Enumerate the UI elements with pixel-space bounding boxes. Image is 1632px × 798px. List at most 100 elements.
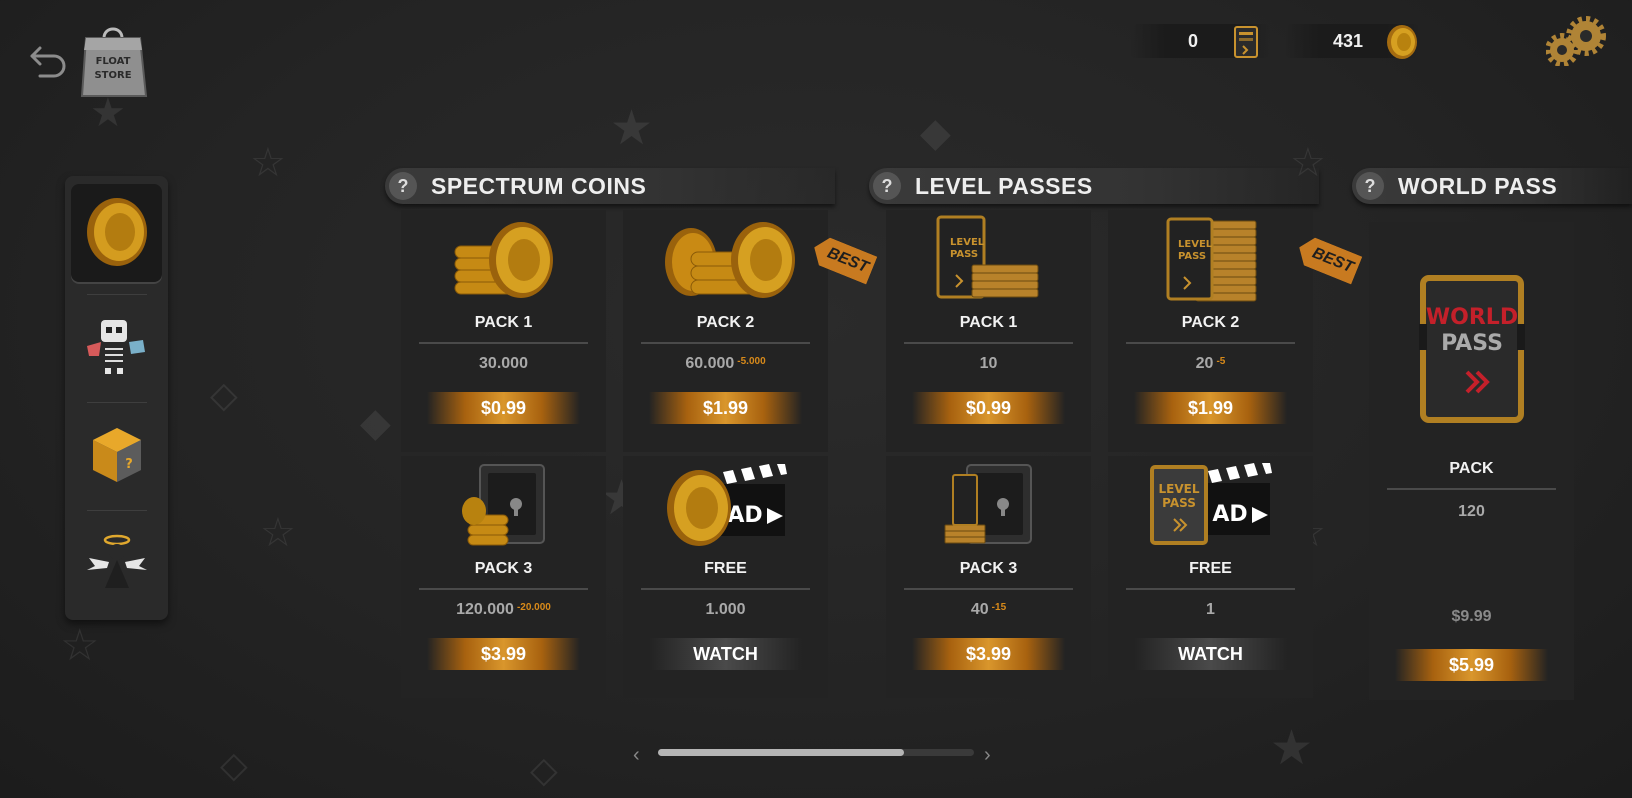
divider: [419, 588, 588, 590]
level-pass-stack-icon: LEVEL PASS: [886, 215, 1091, 304]
world-pass-art-line-2: PASS: [1441, 331, 1503, 356]
divider: [641, 588, 810, 590]
help-button[interactable]: ?: [1356, 172, 1384, 200]
buy-button[interactable]: $3.99: [912, 638, 1065, 670]
star-decoration: ☆: [60, 620, 100, 671]
coin-stack-icon: [401, 216, 606, 304]
scroll-right-chevron-icon[interactable]: ›: [984, 744, 991, 767]
item-name: PACK 3: [474, 560, 533, 577]
amount-value: 10: [979, 355, 998, 372]
amount-value: 30.000: [479, 355, 528, 372]
section-header-world-pass: ? WORLD PASS: [1352, 168, 1632, 204]
item-amount: 10: [886, 355, 1091, 373]
shop-item-passes-pack-3[interactable]: PACK 3 40 -15 $3.99: [886, 456, 1091, 698]
item-amount: 40 -15: [886, 601, 1091, 619]
divider: [904, 588, 1073, 590]
shop-item-coins-free[interactable]: AD FREE 1.000 WATCH: [623, 456, 828, 698]
help-button[interactable]: ?: [873, 172, 901, 200]
shop-item-coins-pack-3[interactable]: PACK 3 120.000 -20.000 $3.99: [401, 456, 606, 698]
store-logo-line-2: STORE: [94, 70, 131, 81]
watch-ad-button[interactable]: WATCH: [1134, 638, 1287, 670]
section-header-spectrum-coins: ? SPECTRUM COINS: [385, 168, 835, 204]
pass-art-line-2: PASS: [1162, 496, 1196, 510]
buy-button[interactable]: $3.99: [427, 638, 580, 670]
bonus-value: -5.000: [737, 356, 766, 367]
pass-art-line-1: LEVEL: [1158, 482, 1199, 496]
item-name: FREE: [704, 560, 747, 577]
world-pass-icon: WORLD PASS: [1419, 274, 1525, 429]
world-pass-art-line-1: WORLD: [1426, 305, 1518, 330]
item-amount: 20 -5: [1108, 355, 1313, 373]
shop-item-world-pass[interactable]: WORLD PASS PACK 120 $9.99 $5.99: [1369, 222, 1574, 700]
amount-value: 20: [1195, 355, 1214, 372]
amount-value: 40: [970, 601, 989, 618]
diamond-decoration: ◇: [220, 745, 248, 786]
sidebar-divider: [87, 402, 147, 403]
sidebar-tab-coins[interactable]: [71, 184, 162, 284]
item-amount: 1.000: [623, 601, 828, 619]
pass-art-line-1: LEVEL: [950, 237, 985, 248]
diamond-decoration: ◇: [210, 375, 238, 416]
sidebar-divider: [87, 510, 147, 511]
coin-pile-icon: [623, 216, 828, 304]
shop-item-coins-pack-1[interactable]: PACK 1 30.000 $0.99: [401, 210, 606, 452]
star-decoration: ★: [610, 100, 654, 156]
item-amount: 1: [1108, 601, 1313, 619]
amount-value: 120.000: [456, 601, 514, 618]
divider: [904, 342, 1073, 344]
divider: [641, 342, 810, 344]
level-pass-balance-value: 0: [1188, 30, 1199, 51]
shop-item-passes-pack-2[interactable]: LEVEL PASS PACK 2 20 -5 $1.99: [1108, 210, 1313, 452]
star-decoration: ★: [1270, 720, 1314, 776]
divider: [1126, 342, 1295, 344]
bonus-value: -15: [991, 602, 1007, 613]
watch-ad-pass-icon: AD LEVEL PASS: [1108, 462, 1313, 550]
diamond-decoration: ◆: [920, 110, 951, 156]
scrollbar-thumb[interactable]: [658, 749, 905, 756]
bonus-value: -5: [1216, 356, 1226, 367]
shop-item-passes-free[interactable]: AD LEVEL PASS FREE 1 WATCH: [1108, 456, 1313, 698]
diamond-decoration: ◆: [360, 400, 391, 446]
sidebar-divider: [87, 294, 147, 295]
item-name: PACK 2: [696, 314, 755, 331]
section-title: LEVEL PASSES: [915, 172, 1093, 199]
coin-balance: 431: [1285, 24, 1420, 59]
ad-label: AD: [1212, 502, 1247, 527]
coin-icon: [1385, 24, 1419, 65]
watch-ad-button[interactable]: WATCH: [649, 638, 802, 670]
sidebar-tab-characters[interactable]: [71, 514, 162, 614]
buy-button[interactable]: $0.99: [912, 392, 1065, 424]
help-button[interactable]: ?: [389, 172, 417, 200]
back-arrow-icon[interactable]: [26, 40, 70, 80]
pass-art-line-2: PASS: [1178, 251, 1206, 262]
level-pass-balance: 0: [1130, 24, 1270, 58]
skeleton-character-icon: [85, 316, 149, 381]
store-logo: FLOAT STORE: [80, 22, 148, 100]
amount-value: 1.000: [705, 601, 746, 618]
item-name: PACK 1: [474, 314, 533, 331]
item-name: PACK 2: [1181, 314, 1240, 331]
item-amount: 120.000 -20.000: [401, 601, 606, 619]
mystery-box-icon: ?: [89, 424, 145, 489]
item-amount: 30.000: [401, 355, 606, 373]
section-title: WORLD PASS: [1398, 172, 1558, 199]
coin-balance-value: 431: [1333, 30, 1364, 51]
divider: [419, 342, 588, 344]
item-name: PACK: [1449, 460, 1494, 477]
buy-button[interactable]: $1.99: [649, 392, 802, 424]
shop-item-coins-pack-2[interactable]: PACK 2 60.000 -5.000 $1.99: [623, 210, 828, 452]
sidebar-tab-skins[interactable]: [71, 298, 162, 398]
sidebar-tab-mystery-box[interactable]: ?: [71, 406, 162, 506]
item-amount: 120: [1458, 503, 1485, 520]
horizontal-scrollbar[interactable]: [658, 749, 974, 756]
settings-gear-icon[interactable]: [1545, 16, 1608, 67]
buy-button[interactable]: $0.99: [427, 392, 580, 424]
buy-button[interactable]: $1.99: [1134, 392, 1287, 424]
buy-button[interactable]: $5.99: [1395, 649, 1548, 681]
section-title: SPECTRUM COINS: [431, 172, 647, 199]
svg-text:?: ?: [125, 457, 133, 472]
item-amount: 60.000 -5.000: [623, 355, 828, 373]
scroll-left-chevron-icon[interactable]: ‹: [633, 744, 640, 767]
shop-item-passes-pack-1[interactable]: LEVEL PASS PACK 1 10 $0.99: [886, 210, 1091, 452]
ad-label: AD: [727, 503, 762, 528]
